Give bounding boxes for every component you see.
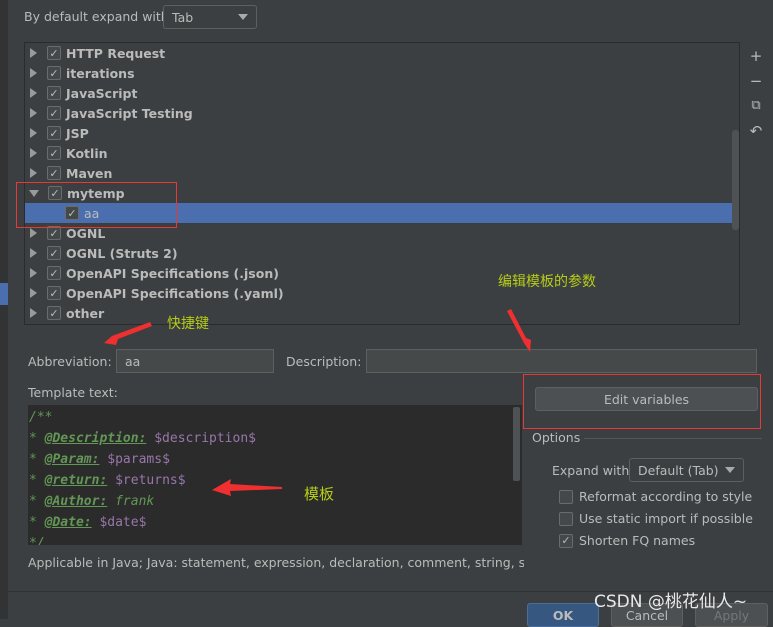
arrow-to-abbreviation — [104, 322, 152, 345]
watermark: CSDN @桃花仙人~ — [594, 592, 748, 612]
arrow-to-description — [507, 309, 531, 352]
arrow-to-template — [212, 479, 282, 496]
annotation-arrows — [104, 309, 531, 496]
